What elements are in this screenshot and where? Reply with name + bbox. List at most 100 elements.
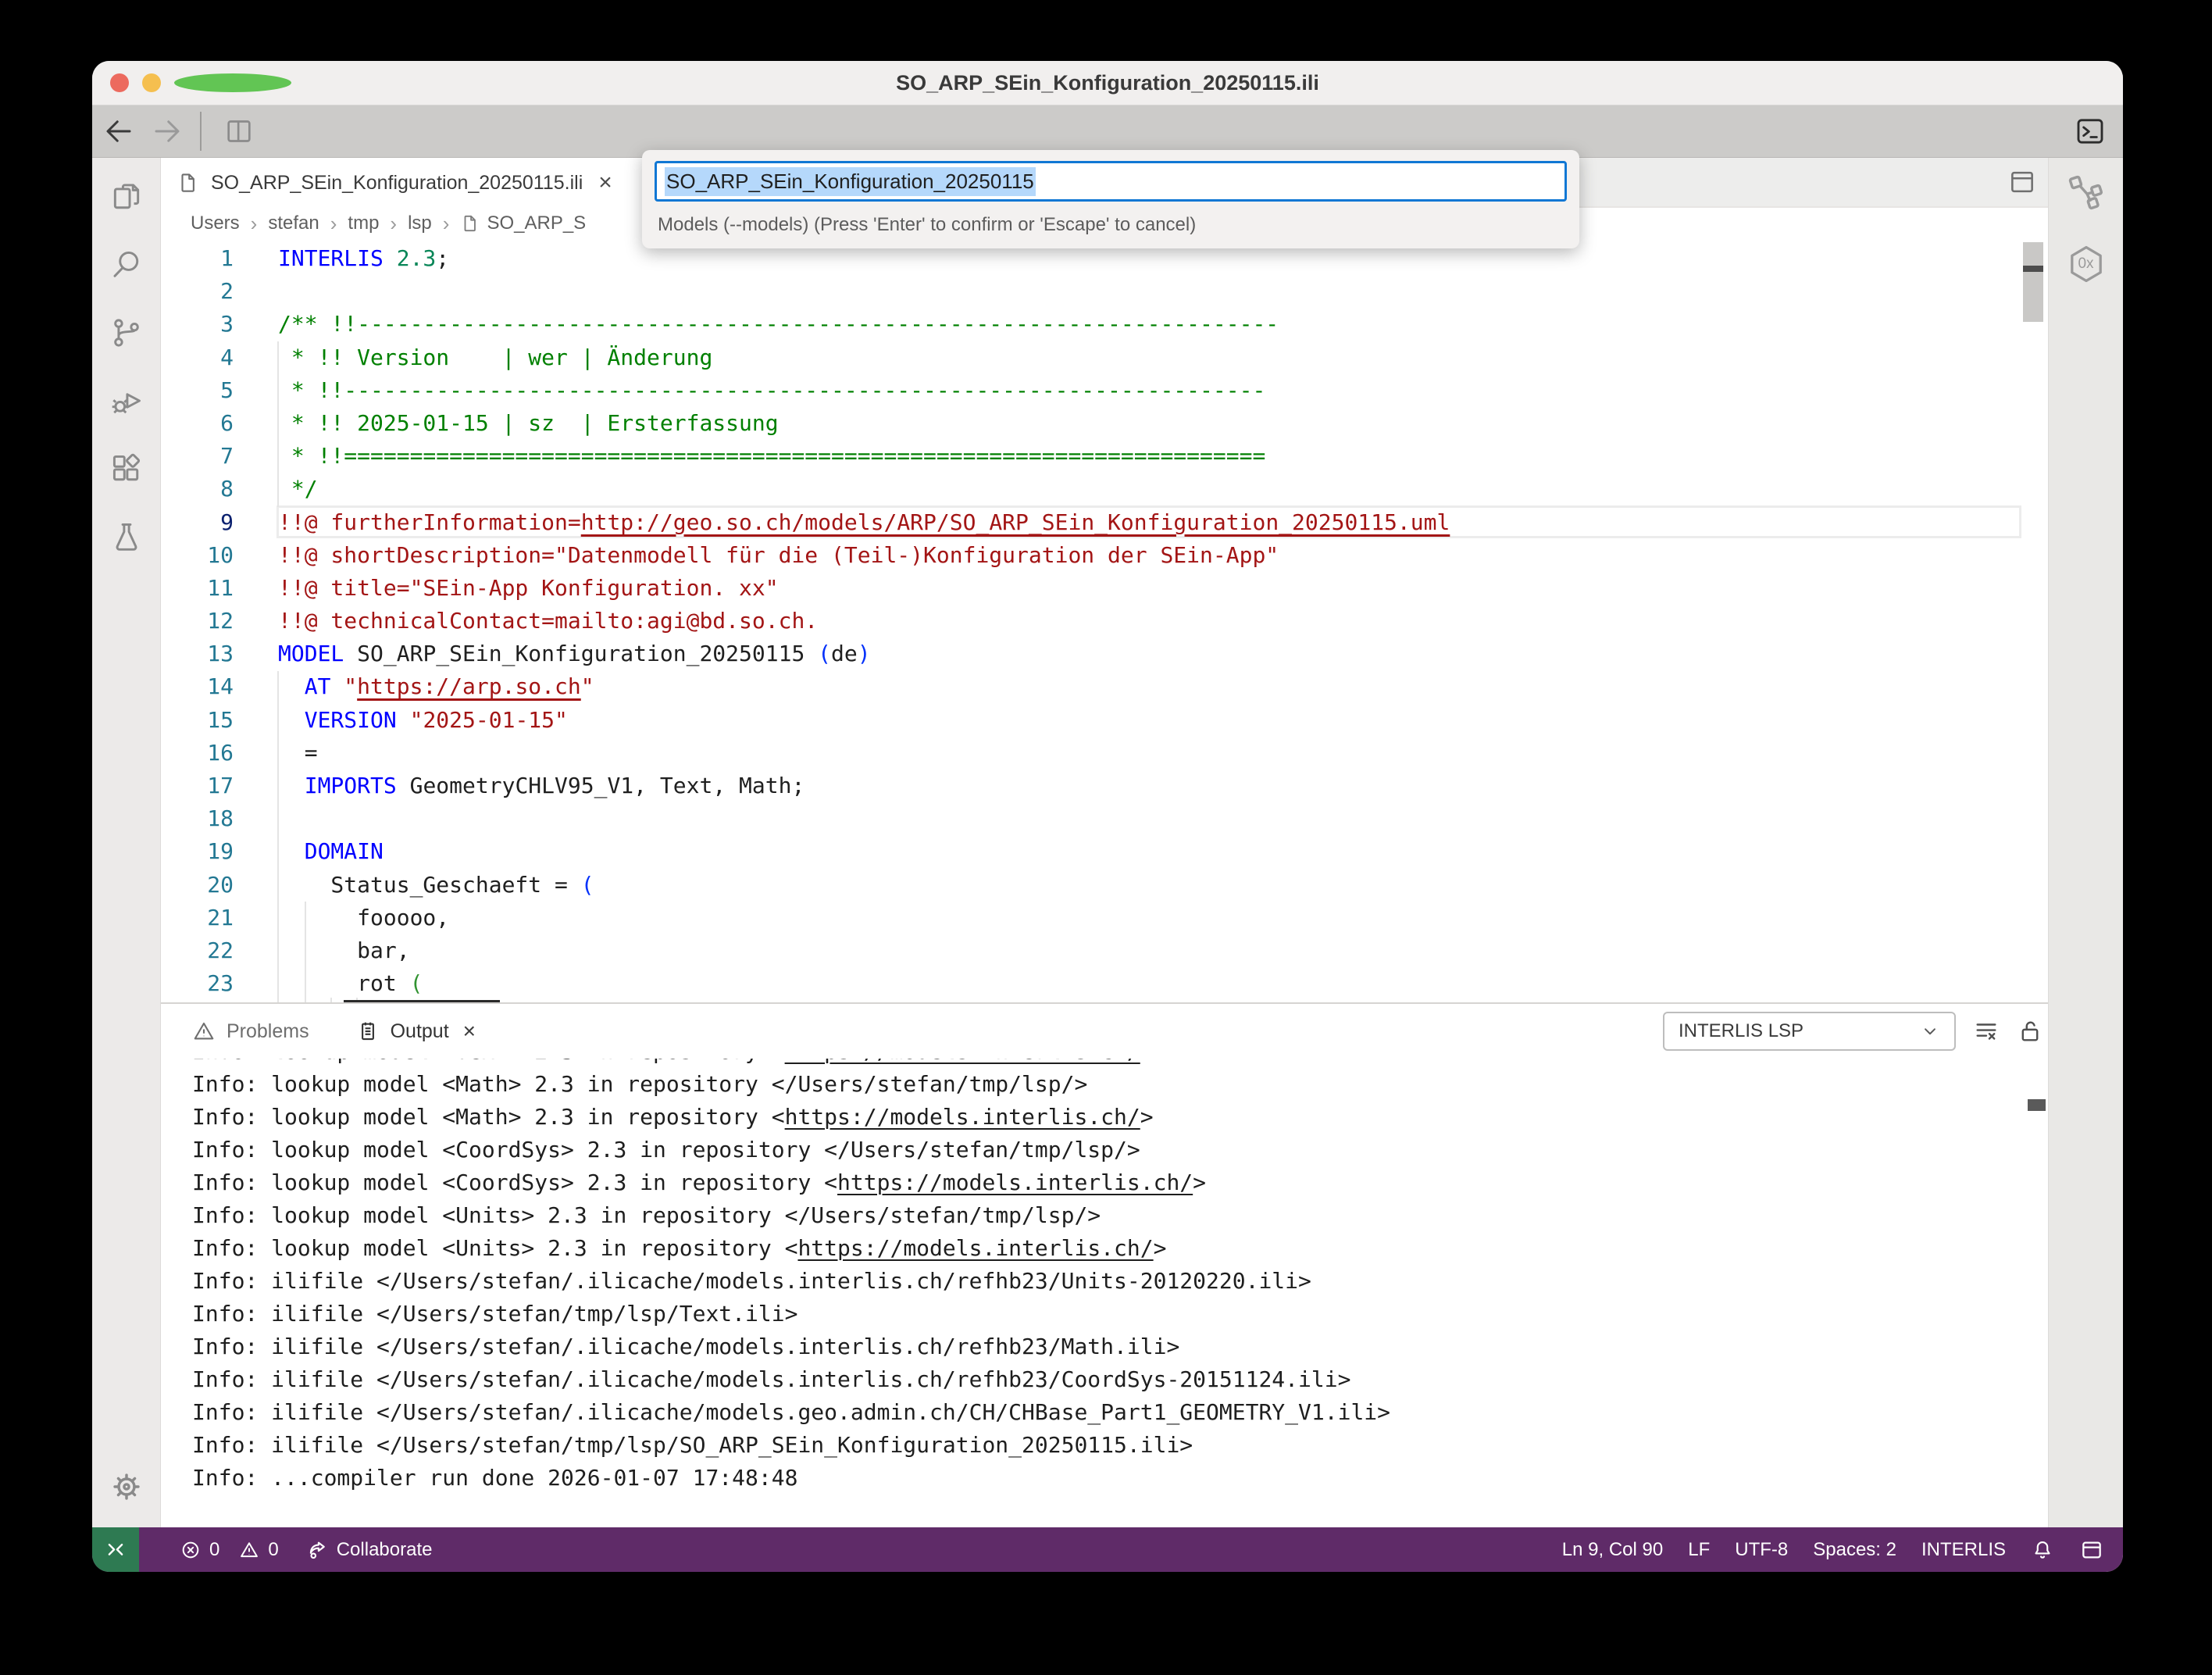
breadcrumb-item[interactable]: lsp [408,212,432,234]
open-terminal-button[interactable] [2073,114,2107,148]
warning-count: 0 [268,1538,279,1560]
line-number: 22 [207,937,234,963]
line-number: 4 [220,344,234,370]
code-line: 22 bar, [161,934,2048,967]
chevron-right-icon: › [330,211,337,235]
split-editor-button[interactable] [2007,167,2037,197]
link[interactable]: https://arp.so.ch [357,673,581,699]
code-line: 23 rot ( [161,967,2048,1000]
chevron-right-icon: › [250,211,258,235]
breadcrumb-item[interactable]: tmp [348,212,379,234]
collaborate-status[interactable]: Collaborate [305,1538,432,1562]
eol-indicator[interactable]: LF [1688,1539,1710,1561]
sidebar-item-explorer[interactable] [102,167,152,227]
code-line: 4 * !! Version | wer | Änderung [161,341,2048,374]
error-count-icon [182,1541,199,1558]
editor-scrollbar[interactable] [2023,242,2043,322]
code-editor[interactable]: 1 INTERLIS 2.3; 2 3/** !!------------------… [161,239,2048,1002]
sidebar-item-run-debug[interactable] [102,371,152,430]
output-line: Info: ilifile </Users/stefan/tmp/lsp/Tex… [192,1301,798,1327]
search-icon [113,251,138,277]
indentation-indicator[interactable]: Spaces: 2 [1813,1539,1896,1561]
arrow-left-icon [106,120,131,142]
line-number: 23 [207,970,234,997]
panel-header: Problems Output × INTERLIS LSP [161,1004,2048,1059]
back-button[interactable] [97,109,141,153]
language-mode[interactable]: INTERLIS [1921,1539,2006,1561]
breadcrumb-item[interactable]: Users [191,212,240,234]
main-area: SO_ARP_SEin_Konfiguration_20250115.ili ×… [92,158,2123,1527]
quick-input-hint: Models (--models) (Press 'Enter' to conf… [658,214,1197,235]
hex-tool-button[interactable]: 0x [2063,241,2110,288]
gear-icon [112,1473,140,1500]
code-line: 20 Status_Geschaeft = ( [161,869,2048,902]
hex-0x-label: 0x [2078,255,2094,272]
layout-toggle-button[interactable] [2079,1538,2104,1562]
tab-output-label: Output [390,1020,449,1042]
zoom-window-button[interactable] [174,73,291,92]
toggle-sidebar-button[interactable] [217,109,261,153]
close-panel-icon[interactable]: × [463,1019,476,1044]
sidebar-item-source-control[interactable] [102,303,152,362]
output-line: Info: lookup model <Text> 2.3 in reposit… [192,1059,2048,1068]
link[interactable]: https://models.interlis.ch/ [837,1170,1193,1195]
tab-problems[interactable]: Problems [192,1020,309,1043]
line-number: 14 [207,673,234,700]
manage-settings-button[interactable] [102,1457,152,1516]
line-number: 6 [220,409,234,436]
tab-active-file[interactable]: SO_ARP_SEin_Konfiguration_20250115.ili × [161,158,694,208]
close-window-button[interactable] [110,73,129,92]
clear-output-button[interactable] [1973,1018,2000,1045]
link[interactable]: http://geo.so.ch/models/ARP/SO_ARP_SEin_… [581,509,1450,535]
clear-output-icon [1976,1023,1996,1040]
breadcrumb-item[interactable]: stefan [268,212,319,234]
encoding-indicator[interactable]: UTF-8 [1735,1539,1788,1561]
output-line: Info: lookup model <CoordSys> 2.3 in rep… [192,1137,1140,1162]
code-line: 15 VERSION "2025-01-15" [161,704,2048,737]
code-line: 14 AT "https://arp.so.ch" [161,670,2048,703]
sidebar-item-extensions[interactable] [102,439,152,498]
panel-scrollbar[interactable] [2028,1099,2046,1111]
bottom-panel: Problems Output × INTERLIS LSP Info: loo… [161,1002,2048,1527]
activity-bar [92,158,161,1527]
output-line: Info: lookup model <CoordSys> 2.3 in rep… [192,1170,1207,1195]
window-controls [110,61,291,105]
breadcrumb-file-label: SO_ARP_S [487,212,587,234]
notifications-button[interactable] [2031,1538,2054,1562]
minimize-window-button[interactable] [142,73,161,92]
forward-button[interactable] [145,109,189,153]
line-number: 19 [207,838,234,865]
remote-indicator[interactable] [92,1527,139,1572]
code-line: 9 !!@ furtherInformation=http://geo.so.ch… [161,506,2048,539]
toggle-autoscroll-button[interactable] [2017,1018,2043,1045]
code-line: 2 [161,275,2048,308]
file-icon [181,173,194,192]
link[interactable]: https://models.interlis.ch/ [797,1235,1153,1261]
sidebar-item-testing[interactable] [102,507,152,566]
remote-icon [108,1543,123,1555]
code-line: 5 * !!----------------------------------… [161,374,2048,407]
problems-status[interactable]: 0 0 [180,1539,279,1561]
line-number: 12 [207,608,234,634]
code-line: 3/** !!---------------------------------… [161,308,2048,341]
tab-close-icon[interactable]: × [598,171,612,195]
secondary-side-bar: 0x [2048,158,2123,1527]
sidebar-item-search[interactable] [102,235,152,295]
output-line: Info: ilifile </Users/stefan/tmp/lsp/SO_… [192,1432,1193,1458]
panel-layout-icon [2082,1541,2101,1558]
error-count: 0 [209,1538,220,1560]
output-channel-select[interactable]: INTERLIS LSP [1663,1012,1956,1051]
output-line: Info: ilifile </Users/stefan/.ilicache/m… [192,1366,1351,1392]
window-title: SO_ARP_SEin_Konfiguration_20250115.ili [896,70,1319,95]
output-log[interactable]: Info: lookup model <Text> 2.3 in reposit… [161,1059,2048,1527]
code-line: 13 MODEL SO_ARP_SEin_Konfiguration_202501… [161,638,2048,670]
output-line: Info: lookup model <Math> 2.3 in reposit… [192,1104,1154,1130]
breadcrumb-item-file[interactable]: SO_ARP_S [460,212,586,234]
models-input[interactable]: SO_ARP_SEin_Konfiguration_20250115 [655,161,1567,202]
panel-actions: INTERLIS LSP [1663,1012,2043,1051]
cursor-position[interactable]: Ln 9, Col 90 [1562,1539,1663,1561]
link[interactable]: https://models.interlis.ch/ [785,1059,1140,1064]
tab-output[interactable]: Output × [356,1019,476,1044]
link[interactable]: https://models.interlis.ch/ [785,1104,1140,1130]
uml-diagram-button[interactable] [2063,169,2110,216]
